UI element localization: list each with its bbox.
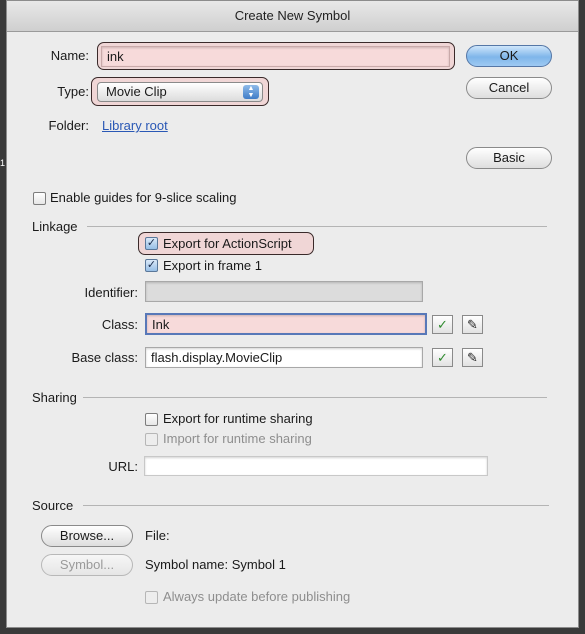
- export-as-label: Export for ActionScript: [163, 236, 292, 251]
- export-as-check-icon: ✓: [146, 237, 157, 249]
- browse-button[interactable]: Browse...: [41, 525, 133, 547]
- base-class-input[interactable]: flash.display.MovieClip: [145, 347, 423, 368]
- type-select[interactable]: Movie Clip ▲ ▼: [97, 82, 263, 102]
- dialog-title: Create New Symbol: [7, 1, 578, 32]
- nine-slice-label: Enable guides for 9-slice scaling: [50, 190, 237, 205]
- export-frame1-label: Export in frame 1: [163, 258, 262, 273]
- background-edge-fragment: 1: [0, 158, 6, 168]
- url-label: URL:: [108, 459, 138, 474]
- import-runtime-checkbox[interactable]: [145, 433, 158, 446]
- base-class-edit-pencil-icon[interactable]: ✎: [462, 348, 483, 367]
- sharing-divider: [83, 397, 547, 398]
- type-label: Type:: [57, 84, 89, 99]
- import-runtime-label: Import for runtime sharing: [163, 431, 312, 446]
- type-select-value: Movie Clip: [106, 84, 167, 99]
- class-input[interactable]: Ink: [145, 313, 427, 335]
- class-validate-checkmark-icon[interactable]: ✓: [432, 315, 453, 334]
- identifier-label: Identifier:: [84, 285, 138, 300]
- source-divider: [83, 505, 549, 506]
- class-label: Class:: [101, 317, 138, 332]
- nine-slice-checkbox[interactable]: [33, 192, 46, 205]
- cancel-button[interactable]: Cancel: [466, 77, 552, 99]
- select-arrows-icon: ▲ ▼: [243, 85, 259, 99]
- identifier-input[interactable]: [145, 281, 423, 302]
- base-class-validate-checkmark-icon[interactable]: ✓: [432, 348, 453, 367]
- base-class-label: Base class:: [71, 350, 138, 365]
- name-label: Name:: [50, 48, 89, 63]
- source-section-title: Source: [32, 498, 74, 513]
- always-update-checkbox[interactable]: [145, 591, 158, 604]
- folder-link[interactable]: Library root: [102, 118, 168, 133]
- ok-button[interactable]: OK: [466, 45, 552, 67]
- linkage-divider: [87, 226, 547, 227]
- export-as-checkbox[interactable]: ✓: [145, 237, 158, 250]
- export-runtime-checkbox[interactable]: [145, 413, 158, 426]
- basic-button[interactable]: Basic: [466, 147, 552, 169]
- symbol-name-text: Symbol name: Symbol 1: [145, 557, 286, 572]
- file-label: File:: [145, 528, 170, 543]
- export-frame1-checkbox[interactable]: ✓: [145, 259, 158, 272]
- folder-label: Folder:: [48, 118, 89, 133]
- export-runtime-label: Export for runtime sharing: [163, 411, 313, 426]
- create-new-symbol-dialog: Create New Symbol Name: ink Type: Movie …: [6, 0, 579, 628]
- linkage-section-title: Linkage: [32, 219, 78, 234]
- sharing-section-title: Sharing: [32, 390, 77, 405]
- always-update-label: Always update before publishing: [163, 589, 351, 604]
- class-edit-pencil-icon[interactable]: ✎: [462, 315, 483, 334]
- export-frame1-check-icon: ✓: [146, 259, 157, 271]
- name-input[interactable]: ink: [101, 46, 450, 67]
- symbol-button[interactable]: Symbol...: [41, 554, 133, 576]
- url-input[interactable]: [144, 456, 488, 476]
